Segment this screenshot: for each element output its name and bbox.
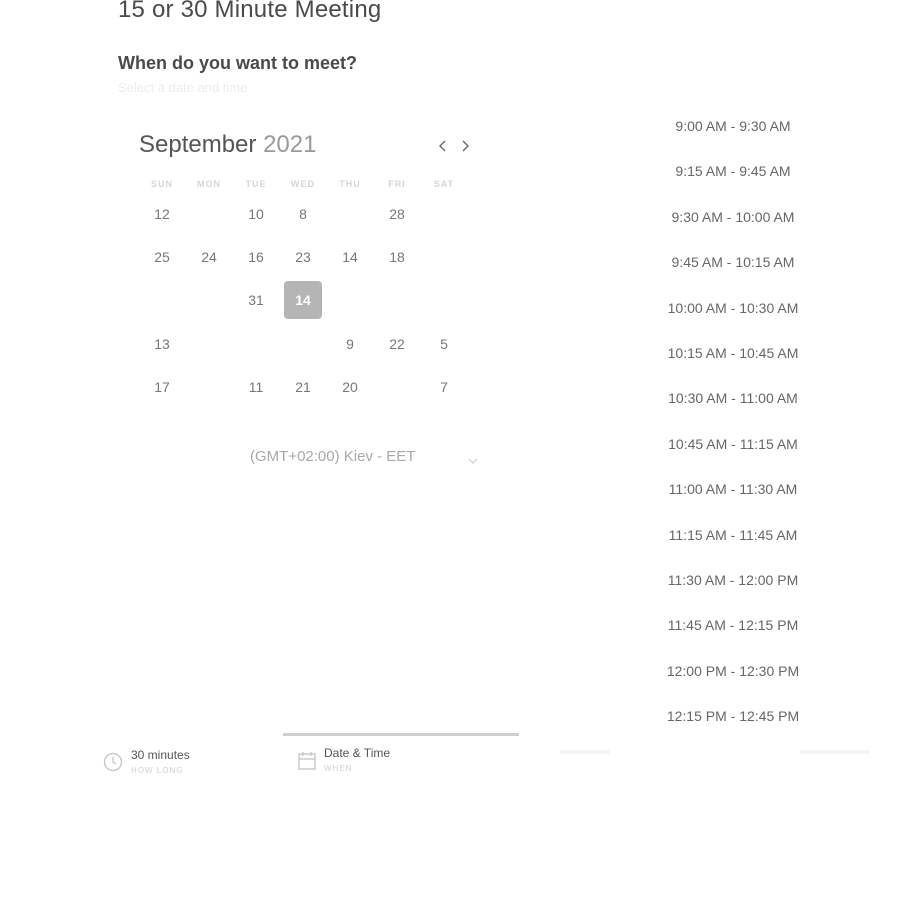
- month-name: September: [139, 131, 257, 158]
- time-slot[interactable]: 10:45 AM - 11:15 AM: [660, 429, 806, 459]
- timezone-select[interactable]: (GMT+02:00) Kiev - EET: [250, 447, 480, 469]
- calendar-day[interactable]: 23: [283, 237, 323, 277]
- step-duration-label: 30 minutes: [131, 748, 190, 762]
- time-slot[interactable]: 9:30 AM - 10:00 AM: [660, 202, 806, 232]
- clock-icon: [103, 752, 123, 777]
- time-slot[interactable]: 9:00 AM - 9:30 AM: [660, 111, 806, 141]
- calendar-day[interactable]: 11: [236, 367, 276, 407]
- calendar-day[interactable]: 5: [424, 324, 464, 364]
- calendar-day[interactable]: 28: [377, 194, 417, 234]
- calendar-day[interactable]: 7: [424, 367, 464, 407]
- time-slot[interactable]: 11:45 AM - 12:15 PM: [660, 610, 806, 640]
- calendar-icon: [298, 751, 316, 776]
- step-confirm-placeholder: [800, 750, 870, 754]
- hint-text: Select a date and time: [118, 80, 248, 95]
- calendar-day[interactable]: 21: [283, 367, 323, 407]
- weekday-label: TUE: [245, 179, 267, 189]
- page-title: 15 or 30 Minute Meeting: [118, 0, 382, 23]
- time-slot[interactable]: 9:15 AM - 9:45 AM: [660, 156, 806, 186]
- selected-day[interactable]: 14: [284, 281, 322, 319]
- time-slot[interactable]: 12:15 PM - 12:45 PM: [660, 701, 806, 731]
- time-slot[interactable]: 10:30 AM - 11:00 AM: [660, 383, 806, 413]
- time-slot[interactable]: 11:15 AM - 11:45 AM: [660, 520, 806, 550]
- calendar-day[interactable]: 17: [142, 367, 182, 407]
- calendar-day[interactable]: 14: [330, 237, 370, 277]
- calendar-day[interactable]: 10: [236, 194, 276, 234]
- step-date-time-label: Date & Time: [324, 746, 391, 760]
- calendar-day[interactable]: 18: [377, 237, 417, 277]
- calendar-day[interactable]: 16: [236, 237, 276, 277]
- weekday-label: SAT: [433, 179, 455, 189]
- step-details-placeholder: [560, 750, 610, 754]
- chevron-down-icon: [468, 452, 478, 469]
- weekday-label: WED: [291, 179, 315, 189]
- calendar-day[interactable]: 22: [377, 324, 417, 364]
- step-date-time-sub: WHEN: [324, 764, 353, 773]
- step-date-time[interactable]: Date & Time WHEN: [298, 745, 428, 779]
- calendar-day[interactable]: 24: [189, 237, 229, 277]
- step-duration[interactable]: 30 minutes HOW LONG: [103, 745, 223, 779]
- time-slot[interactable]: 11:00 AM - 11:30 AM: [660, 474, 806, 504]
- calendar-day[interactable]: 25: [142, 237, 182, 277]
- step-progress-line: [283, 733, 519, 736]
- time-slot[interactable]: 11:30 AM - 12:00 PM: [660, 565, 806, 595]
- calendar-day[interactable]: 13: [142, 324, 182, 364]
- chevron-left-icon: [439, 140, 446, 152]
- weekday-label: MON: [197, 179, 221, 189]
- timezone-label: (GMT+02:00) Kiev - EET: [250, 448, 416, 465]
- weekday-label: SUN: [150, 179, 173, 189]
- calendar-day[interactable]: 9: [330, 324, 370, 364]
- prev-month-button[interactable]: [434, 137, 452, 155]
- weekday-label: FRI: [388, 179, 406, 189]
- chevron-right-icon: [462, 140, 469, 152]
- calendar-day[interactable]: 31: [236, 280, 276, 320]
- question-heading: When do you want to meet?: [118, 53, 357, 73]
- weekday-label: THU: [339, 179, 361, 189]
- time-slot[interactable]: 10:15 AM - 10:45 AM: [660, 338, 806, 368]
- next-month-button[interactable]: [456, 137, 474, 155]
- time-slot[interactable]: 9:45 AM - 10:15 AM: [660, 247, 806, 277]
- calendar-day[interactable]: 8: [283, 194, 323, 234]
- month-label: September 2021: [139, 131, 316, 159]
- month-year: 2021: [263, 131, 317, 158]
- calendar-day[interactable]: 12: [142, 194, 182, 234]
- time-slot[interactable]: 10:00 AM - 10:30 AM: [660, 293, 806, 323]
- time-slot[interactable]: 12:00 PM - 12:30 PM: [660, 656, 806, 686]
- step-duration-sub: HOW LONG: [131, 766, 184, 775]
- calendar-day[interactable]: 20: [330, 367, 370, 407]
